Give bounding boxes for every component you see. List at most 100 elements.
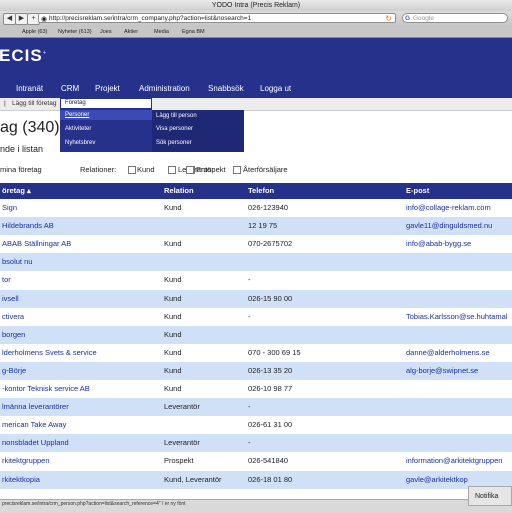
table-row[interactable]: Hildebrands AB 12 19 75 gavle11@dinguldsme… [0, 217, 512, 236]
prospekt-label: Prospekt [196, 165, 226, 174]
relation-cell: Kund [164, 365, 182, 375]
table-row[interactable]: lmänna leverantörer Leverantör - [0, 398, 512, 417]
table-row[interactable]: lderholmens Svets & service Kund 070 - 300… [0, 343, 512, 362]
phone-cell: 026-13 35 20 [248, 365, 293, 375]
google-icon: G [405, 15, 411, 22]
column-email[interactable]: E-post [406, 183, 429, 199]
nav-logga-ut[interactable]: Logga ut [260, 80, 291, 98]
phone-cell: 12 19 75 [248, 221, 278, 231]
email-link[interactable]: Tobias.Karlsson@se.huhtamal [406, 308, 507, 326]
company-link[interactable]: merican Take Away [2, 416, 66, 434]
company-link[interactable]: rkitektkopia [2, 471, 40, 489]
company-link[interactable]: borgen [2, 326, 25, 344]
relation-cell: Kund [164, 329, 182, 339]
menu-item-search-persons[interactable]: Sök personer [156, 140, 192, 146]
company-link[interactable]: nonsbladet Uppland [2, 434, 69, 452]
nav-crm[interactable]: CRM [61, 80, 79, 98]
phone-cell: 026-541840 [248, 456, 289, 466]
company-link[interactable]: g-Börje [2, 362, 26, 380]
table-row[interactable]: Sign Kund 026-123940 info@collage-reklam.co… [0, 199, 512, 217]
table-row[interactable]: nonsbladet Uppland Leverantör - [0, 434, 512, 453]
relation-cell: Kund [164, 275, 182, 285]
aterforsaljare-checkbox[interactable] [233, 166, 241, 174]
my-companies-label[interactable]: mina företag [0, 165, 42, 174]
email-link[interactable]: alg-borje@swipnet.se [406, 362, 478, 380]
phone-cell: 026-10 98 77 [248, 384, 293, 393]
company-link[interactable]: rkitektgruppen [2, 452, 50, 470]
nav-administration[interactable]: Administration [139, 80, 190, 98]
table-header: öretag ▴ Relation Telefon E-post [0, 183, 512, 199]
phone-cell: 026-61 31 00 [248, 420, 293, 430]
kund-checkbox[interactable] [128, 166, 136, 174]
main-nav: Intranät CRM Projekt Administration Snab… [0, 80, 512, 98]
table-row[interactable]: borgen Kund [0, 325, 512, 344]
nav-projekt[interactable]: Projekt [95, 80, 120, 98]
table-row[interactable]: -kontor Teknisk service AB Kund 026-10 98 … [0, 380, 512, 398]
email-link[interactable]: danne@alderholmens.se [406, 344, 490, 362]
page-title: ag (340) [0, 119, 60, 136]
bookmark-item[interactable]: Egna BM [182, 27, 205, 37]
email-link[interactable]: gavle11@dinguldsmed.nu [406, 217, 492, 235]
prospekt-cb[interactable] [186, 166, 194, 174]
nav-snabbsok[interactable]: Snabbsök [208, 80, 244, 98]
url-text: http://precisreklam.se/intra/crm_company… [49, 15, 252, 22]
crm-dropdown-menu: Företag Personer Aktiviteter Nyhetsbrev … [60, 98, 244, 152]
status-bar: precisreklam.se/intra/crm_person.php?act… [0, 499, 512, 513]
bookmark-item[interactable]: Aktier [124, 27, 138, 37]
company-link[interactable]: ctivera [2, 308, 24, 326]
phone-cell: - [248, 311, 251, 321]
menu-item-nyhetsbrev[interactable]: Nyhetsbrev [65, 140, 95, 146]
table-row[interactable]: rkitektkopia Kund, Leverantör 026-18 01 80… [0, 470, 512, 489]
menu-item-personer[interactable]: Personer [65, 112, 89, 118]
email-link[interactable]: info@abab-bygg.se [406, 235, 471, 253]
bookmark-item[interactable]: Nyheter (613) [58, 27, 92, 37]
menu-item-show-persons[interactable]: Visa personer [156, 126, 193, 132]
menu-item-aktiviteter[interactable]: Aktiviteter [65, 126, 91, 132]
phone-cell: 026-15 90 00 [248, 293, 293, 303]
company-link[interactable]: lderholmens Svets & service [2, 344, 97, 362]
reload-icon[interactable]: ↻ [385, 14, 392, 22]
phone-cell: - [248, 402, 251, 412]
column-relation[interactable]: Relation [164, 183, 194, 199]
browser-toolbar: ◀ ▶ + ◉ http://precisreklam.se/intra/crm… [0, 11, 512, 27]
nav-intranat[interactable]: Intranät [16, 80, 43, 98]
table-row[interactable]: ctivera Kund - Tobias.Karlsson@se.huhtamal [0, 307, 512, 326]
column-company[interactable]: öretag ▴ [2, 183, 31, 199]
page-subtitle: nde i listan [0, 144, 44, 154]
leverantor-checkbox[interactable] [168, 166, 176, 174]
phone-cell: 070-2675702 [248, 239, 293, 249]
search-input[interactable]: G Google [402, 13, 508, 23]
address-bar[interactable]: ◉ http://precisreklam.se/intra/crm_compa… [38, 13, 396, 23]
relation-cell: Leverantör [164, 438, 200, 448]
table-row[interactable]: rkitektgruppen Prospekt 026-541840 informat… [0, 452, 512, 471]
relation-cell: Kund, Leverantör [164, 474, 222, 484]
company-link[interactable]: Hildebrands AB [2, 217, 54, 235]
table-row[interactable]: bsolut nu [0, 253, 512, 272]
company-link[interactable]: -kontor Teknisk service AB [2, 380, 90, 398]
bookmark-item[interactable]: Joes [100, 27, 112, 37]
bookmark-item[interactable]: Media [154, 27, 169, 37]
table-row[interactable]: tor Kund - [0, 271, 512, 290]
company-link[interactable]: Sign [2, 199, 17, 217]
email-link[interactable]: gavle@arkitektkop [406, 471, 468, 489]
menu-item-foretag[interactable]: Företag [60, 98, 152, 109]
bookmark-item[interactable]: Apple (63) [22, 27, 47, 37]
company-link[interactable]: ABAB Ställningar AB [2, 235, 71, 253]
company-link[interactable]: tor [2, 271, 11, 289]
relation-cell: Kund [164, 384, 182, 393]
site-logo[interactable]: ECIS+ [0, 46, 47, 66]
table-row[interactable]: g-Börje Kund 026-13 35 20 alg-borje@swipnet… [0, 361, 512, 380]
table-row[interactable]: merican Take Away 026-61 31 00 [0, 416, 512, 435]
menu-item-add-person[interactable]: Lägg till person [156, 113, 197, 119]
notification-tab[interactable]: Notifika [468, 486, 512, 506]
email-link[interactable]: info@collage-reklam.com [406, 199, 491, 217]
subnav-add-company[interactable]: Lägg till företag [12, 98, 56, 110]
email-link[interactable]: information@arkitektgruppen [406, 452, 502, 470]
company-link[interactable]: lmänna leverantörer [2, 398, 69, 416]
company-link[interactable]: bsolut nu [2, 253, 32, 271]
relations-label: Relationer: [80, 165, 117, 174]
column-phone[interactable]: Telefon [248, 183, 274, 199]
company-link[interactable]: ivsell [2, 290, 19, 308]
table-row[interactable]: ivsell Kund 026-15 90 00 [0, 289, 512, 308]
table-row[interactable]: ABAB Ställningar AB Kund 070-2675702 info@a… [0, 235, 512, 254]
